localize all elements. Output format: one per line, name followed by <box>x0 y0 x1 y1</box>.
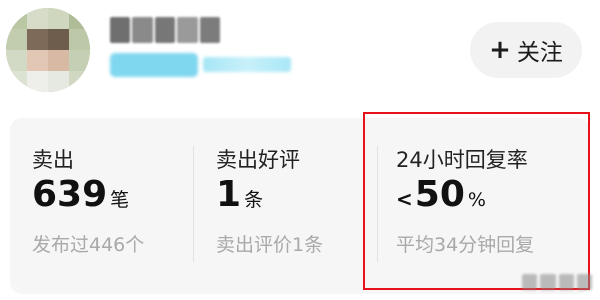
stat-sold[interactable]: 卖出 639 笔 发布过446个 <box>32 118 192 294</box>
seller-profile-card: + 关注 卖出 639 笔 发布过446个 卖出好评 1 条 卖出评价1条 24… <box>0 0 600 300</box>
user-name-blurred <box>110 17 221 43</box>
avatar[interactable] <box>6 8 90 92</box>
stat-good-reviews-title: 卖出好评 <box>216 148 300 172</box>
stat-reply-rate-unit: % <box>467 189 486 211</box>
stat-sold-title: 卖出 <box>32 148 74 172</box>
stat-divider <box>377 146 378 262</box>
user-tag-badge <box>110 53 198 77</box>
stat-sold-value-row: 639 笔 <box>32 174 129 215</box>
plus-icon: + <box>489 35 511 65</box>
stats-panel: 卖出 639 笔 发布过446个 卖出好评 1 条 卖出评价1条 24小时回复率… <box>10 118 590 294</box>
stat-sold-unit: 笔 <box>110 189 130 211</box>
stat-reply-rate-prefix: < <box>396 187 413 211</box>
follow-button[interactable]: + 关注 <box>470 22 582 78</box>
stat-reply-rate-value: 50 <box>414 174 465 215</box>
stat-reply-rate-subtitle: 平均34分钟回复 <box>396 234 535 256</box>
stat-good-reviews-value-row: 1 条 <box>216 174 263 215</box>
user-tag-text-blurred <box>203 57 291 72</box>
stat-good-reviews[interactable]: 卖出好评 1 条 卖出评价1条 <box>216 118 376 294</box>
stat-sold-subtitle: 发布过446个 <box>32 234 145 256</box>
stat-good-reviews-value: 1 <box>216 174 242 215</box>
stat-sold-value: 639 <box>32 174 108 215</box>
stat-good-reviews-subtitle: 卖出评价1条 <box>216 234 324 256</box>
stat-reply-rate[interactable]: 24小时回复率 < 50 % 平均34分钟回复 <box>396 118 576 294</box>
stat-divider <box>193 146 194 262</box>
stat-reply-rate-title: 24小时回复率 <box>396 148 528 172</box>
stat-reply-rate-value-row: < 50 % <box>396 174 486 215</box>
follow-button-label: 关注 <box>516 40 563 66</box>
stat-good-reviews-unit: 条 <box>244 189 264 211</box>
watermark-blurred <box>522 274 592 290</box>
